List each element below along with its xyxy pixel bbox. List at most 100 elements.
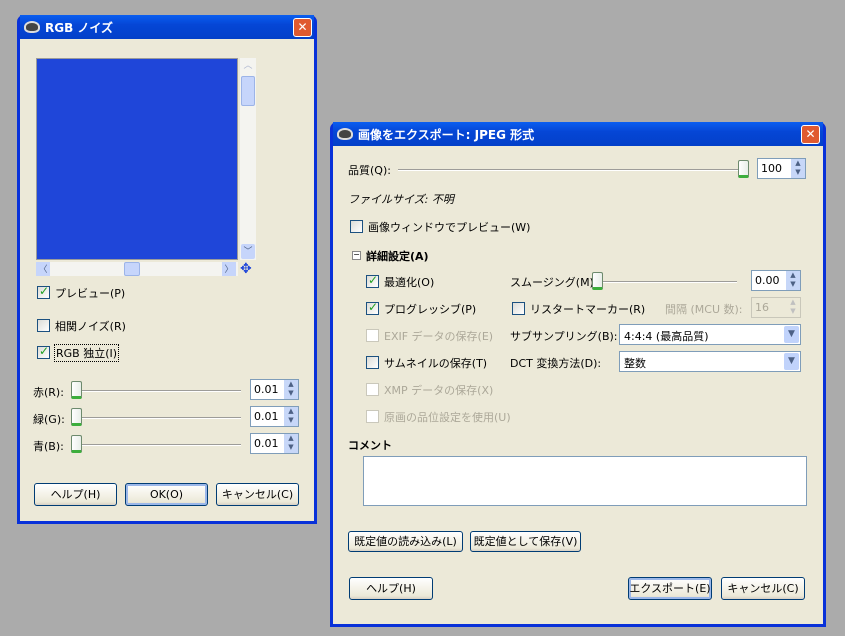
red-label: 赤(R): [33, 386, 64, 399]
preview-label: プレビュー(P) [55, 287, 126, 300]
correlated-noise-label: 相関ノイズ(R) [55, 320, 126, 333]
dialog-title: RGB ノイズ [45, 20, 114, 35]
interval-spinbox[interactable]: 16 ▲ ▼ [751, 297, 801, 318]
comment-textarea[interactable] [363, 456, 807, 506]
scroll-left-icon[interactable]: 〈 [36, 262, 50, 276]
cancel-button[interactable]: キャンセル(C) [721, 577, 805, 600]
quality-slider-track[interactable] [398, 169, 743, 171]
advanced-settings-expander[interactable]: 詳細設定(A) [366, 248, 429, 264]
save-defaults-button[interactable]: 既定値として保存(V) [470, 531, 581, 552]
spin-arrows-icon[interactable]: ▲ ▼ [786, 271, 800, 290]
blue-slider-track[interactable] [71, 444, 241, 446]
red-value: 0.01 [254, 383, 279, 396]
navigate-move-icon[interactable]: ✥ [240, 261, 252, 277]
scroll-right-icon[interactable]: 〉 [222, 262, 236, 276]
help-button[interactable]: ヘルプ(H) [349, 577, 433, 600]
preview-in-window-checkbox[interactable] [350, 220, 363, 233]
export-button[interactable]: エクスポート(E) [628, 577, 712, 600]
green-value: 0.01 [254, 410, 279, 423]
green-label: 緑(G): [33, 413, 65, 426]
exif-checkbox[interactable] [366, 329, 379, 342]
smoothing-value: 0.00 [755, 274, 780, 287]
green-spinbox[interactable]: 0.01 ▲ ▼ [250, 406, 299, 427]
green-slider-thumb[interactable] [71, 408, 82, 426]
exif-label: EXIF データの保存(E) [384, 330, 494, 343]
independent-rgb-label: RGB 独立(I) [54, 344, 120, 362]
scroll-down-icon[interactable]: ﹀ [241, 244, 255, 259]
channel-red: 赤(R): 0.01 ▲ ▼ [20, 379, 314, 401]
title-bar[interactable]: 画像をエクスポート: JPEG 形式 [333, 122, 823, 146]
red-slider-thumb[interactable] [71, 381, 82, 399]
preview-area [36, 58, 238, 260]
preview-in-window-label: 画像ウィンドウでプレビュー(W) [368, 221, 531, 234]
title-bar[interactable]: RGB ノイズ [20, 15, 314, 39]
jpeg-export-dialog: 画像をエクスポート: JPEG 形式 ✕ 品質(Q): 100 ▲ ▼ ファイルサイ… [330, 122, 826, 627]
xmp-label: XMP データの保存(X) [384, 384, 494, 397]
spin-arrows-icon[interactable]: ▲ ▼ [284, 380, 298, 399]
xmp-checkbox[interactable] [366, 383, 379, 396]
quality-slider-thumb[interactable] [738, 160, 749, 178]
red-slider-track[interactable] [71, 390, 241, 392]
close-button[interactable]: ✕ [293, 18, 312, 37]
gimp-icon [24, 21, 40, 33]
scroll-up-icon[interactable]: ︿ [240, 58, 256, 74]
dct-label: DCT 変換方法(D): [510, 357, 602, 370]
original-quality-checkbox[interactable] [366, 410, 379, 423]
optimize-checkbox[interactable] [366, 273, 379, 288]
smoothing-slider-thumb[interactable] [592, 272, 603, 290]
spin-arrows-icon[interactable]: ▲ ▼ [791, 159, 805, 178]
spin-arrows-icon[interactable]: ▲ ▼ [284, 407, 298, 426]
load-defaults-button[interactable]: 既定値の読み込み(L) [348, 531, 463, 552]
help-button[interactable]: ヘルプ(H) [34, 483, 117, 506]
chevron-down-icon[interactable]: ▼ [784, 353, 799, 370]
vertical-scrollbar[interactable]: ︿ ﹀ [240, 58, 256, 260]
comment-label: コメント [348, 439, 392, 452]
cancel-button[interactable]: キャンセル(C) [216, 483, 299, 506]
restart-marker-label: リスタートマーカー(R) [530, 303, 646, 316]
progressive-label: プログレッシブ(P) [384, 303, 477, 316]
close-button[interactable]: ✕ [801, 125, 820, 144]
channel-blue: 青(B): 0.01 ▲ ▼ [20, 433, 314, 455]
scroll-thumb[interactable] [124, 262, 140, 276]
green-slider-track[interactable] [71, 417, 241, 419]
subsampling-label: サブサンプリング(B): [510, 330, 618, 343]
blue-value: 0.01 [254, 437, 279, 450]
preview-checkbox[interactable] [37, 284, 50, 299]
gimp-icon [337, 128, 353, 140]
chevron-down-icon[interactable]: ▼ [784, 326, 799, 343]
dialog-body: ︿ ﹀ 〈 〉 ✥ プレビュー(P) 相関ノイズ(R) RGB 独立(I) 赤(… [20, 39, 314, 521]
red-spinbox[interactable]: 0.01 ▲ ▼ [250, 379, 299, 400]
file-size-label: ファイルサイズ: 不明 [348, 193, 454, 206]
subsampling-dropdown[interactable]: 4:4:4 (最高品質) ▼ [619, 324, 801, 345]
restart-marker-checkbox[interactable] [512, 302, 525, 315]
spin-arrows-icon[interactable]: ▲ ▼ [284, 434, 298, 453]
subsampling-value: 4:4:4 (最高品質) [624, 330, 709, 343]
smoothing-label: スムージング(M): [510, 276, 598, 289]
ok-button[interactable]: OK(O) [125, 483, 208, 506]
dct-dropdown[interactable]: 整数 ▼ [619, 351, 801, 372]
thumbnail-checkbox[interactable] [366, 356, 379, 369]
interval-value: 16 [755, 301, 769, 314]
thumbnail-label: サムネイルの保存(T) [384, 357, 488, 370]
correlated-noise-checkbox[interactable] [37, 319, 50, 332]
blue-spinbox[interactable]: 0.01 ▲ ▼ [250, 433, 299, 454]
optimize-label: 最適化(O) [384, 276, 435, 289]
quality-spinbox[interactable]: 100 ▲ ▼ [757, 158, 806, 179]
dialog-body: 品質(Q): 100 ▲ ▼ ファイルサイズ: 不明 画像ウィンドウでプレビュー(W… [333, 146, 823, 624]
interval-label: 間隔 (MCU 数): [665, 303, 743, 316]
quality-label: 品質(Q): [348, 164, 391, 177]
independent-rgb-checkbox[interactable] [37, 344, 50, 359]
quality-value: 100 [761, 162, 782, 175]
channel-green: 緑(G): 0.01 ▲ ▼ [20, 406, 314, 428]
blue-label: 青(B): [33, 440, 64, 453]
dct-value: 整数 [624, 357, 646, 370]
smoothing-slider-track[interactable] [592, 281, 737, 283]
horizontal-scrollbar[interactable]: 〈 〉 [36, 262, 238, 276]
spin-arrows-icon[interactable]: ▲ ▼ [786, 298, 800, 317]
blue-slider-thumb[interactable] [71, 435, 82, 453]
collapse-icon[interactable]: − [352, 251, 361, 260]
scroll-thumb[interactable] [241, 76, 255, 106]
progressive-checkbox[interactable] [366, 300, 379, 315]
original-quality-label: 原画の品位設定を使用(U) [384, 411, 511, 424]
smoothing-spinbox[interactable]: 0.00 ▲ ▼ [751, 270, 801, 291]
